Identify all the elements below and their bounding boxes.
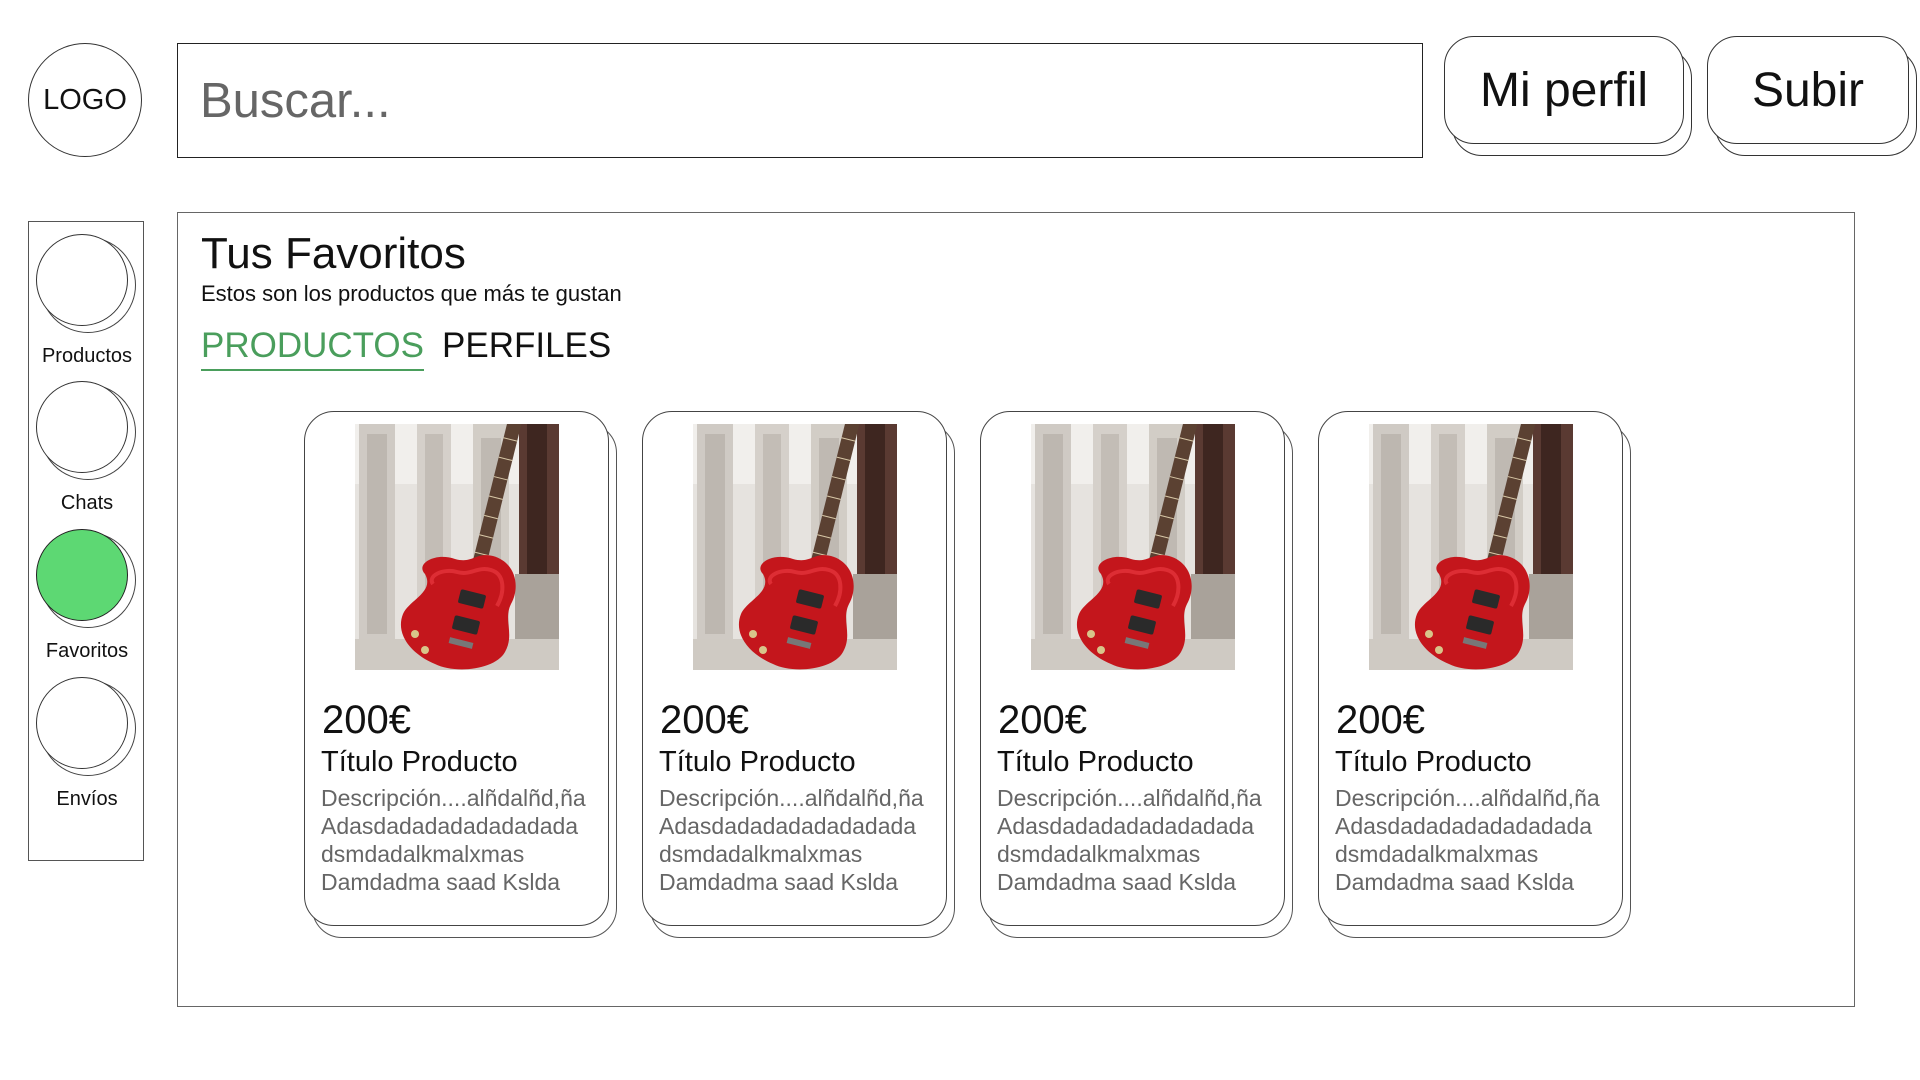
product-card[interactable]: 200€ Título Producto Descripción....alñd… [980,411,1293,938]
product-card[interactable]: 200€ Título Producto Descripción....alñd… [642,411,955,938]
product-image [355,424,559,670]
search-bar[interactable] [177,43,1423,158]
tab-perfiles[interactable]: PERFILES [442,326,611,369]
card-body: 200€ Título Producto Descripción....alñd… [304,411,609,926]
profile-button-label: Mi perfil [1444,36,1684,144]
description-line: Adasdadadadadadadada [1335,813,1593,839]
description-line: Damdadma saad Kslda [321,869,561,895]
product-image [1369,424,1573,670]
sidebar-item-favoritos[interactable]: Favoritos [29,529,145,677]
sidebar-item-label: Chats [60,492,114,514]
sidebar: Productos Chats Favoritos Envíos [28,221,144,861]
description-line: Adasdadadadadadadada [321,813,579,839]
description-line: dsmdadalkmalxmas [321,841,525,867]
product-title: Título Producto [321,746,518,778]
product-price: 200€ [660,698,749,742]
page-subtitle: Estos son los productos que más te gusta… [201,281,622,306]
logo[interactable]: LOGO [28,43,142,157]
description-line: dsmdadalkmalxmas [997,841,1201,867]
envios-icon [36,677,136,776]
description-line: Adasdadadadadadadada [997,813,1255,839]
product-image [1031,424,1235,670]
description-line: Damdadma saad Kslda [997,869,1237,895]
favorites-panel: Tus Favoritos Estos son los productos qu… [177,212,1855,1007]
description-line: Descripción....alñdalñd,ña [997,785,1262,811]
productos-icon [36,234,136,333]
description-line: Descripción....alñdalñd,ña [321,785,586,811]
product-title: Título Producto [1335,746,1532,778]
product-description: Descripción....alñdalñd,ña Adasdadadadad… [1335,784,1620,896]
description-line: Adasdadadadadadadada [659,813,917,839]
product-price: 200€ [322,698,411,742]
sidebar-item-label: Envíos [56,788,118,810]
favoritos-icon [36,529,136,628]
product-image [693,424,897,670]
product-description: Descripción....alñdalñd,ña Adasdadadadad… [321,784,606,896]
product-title: Título Producto [997,746,1194,778]
product-price: 200€ [998,698,1087,742]
card-body: 200€ Título Producto Descripción....alñd… [642,411,947,926]
upload-button-label: Subir [1707,36,1909,144]
tab-productos[interactable]: PRODUCTOS [201,326,424,371]
sidebar-item-label: Productos [41,345,133,367]
description-line: Descripción....alñdalñd,ña [659,785,924,811]
product-description: Descripción....alñdalñd,ña Adasdadadadad… [997,784,1282,896]
card-body: 200€ Título Producto Descripción....alñd… [980,411,1285,926]
page-title: Tus Favoritos [201,229,466,278]
product-card[interactable]: 200€ Título Producto Descripción....alñd… [1318,411,1631,938]
card-body: 200€ Título Producto Descripción....alñd… [1318,411,1623,926]
product-title: Título Producto [659,746,856,778]
profile-button[interactable]: Mi perfil [1444,36,1692,156]
product-price: 200€ [1336,698,1425,742]
product-description: Descripción....alñdalñd,ña Adasdadadadad… [659,784,944,896]
search-input[interactable] [178,44,1422,157]
description-line: dsmdadalkmalxmas [1335,841,1539,867]
description-line: Damdadma saad Kslda [659,869,899,895]
logo-text: LOGO [43,83,127,116]
product-card[interactable]: 200€ Título Producto Descripción....alñd… [304,411,617,938]
upload-button[interactable]: Subir [1707,36,1917,156]
chats-icon [36,381,136,480]
description-line: Damdadma saad Kslda [1335,869,1575,895]
sidebar-item-envios[interactable]: Envíos [29,677,145,825]
sidebar-item-chats[interactable]: Chats [29,381,145,529]
description-line: dsmdadalkmalxmas [659,841,863,867]
sidebar-item-label: Favoritos [45,640,129,662]
description-line: Descripción....alñdalñd,ña [1335,785,1600,811]
sidebar-item-productos[interactable]: Productos [29,234,145,382]
